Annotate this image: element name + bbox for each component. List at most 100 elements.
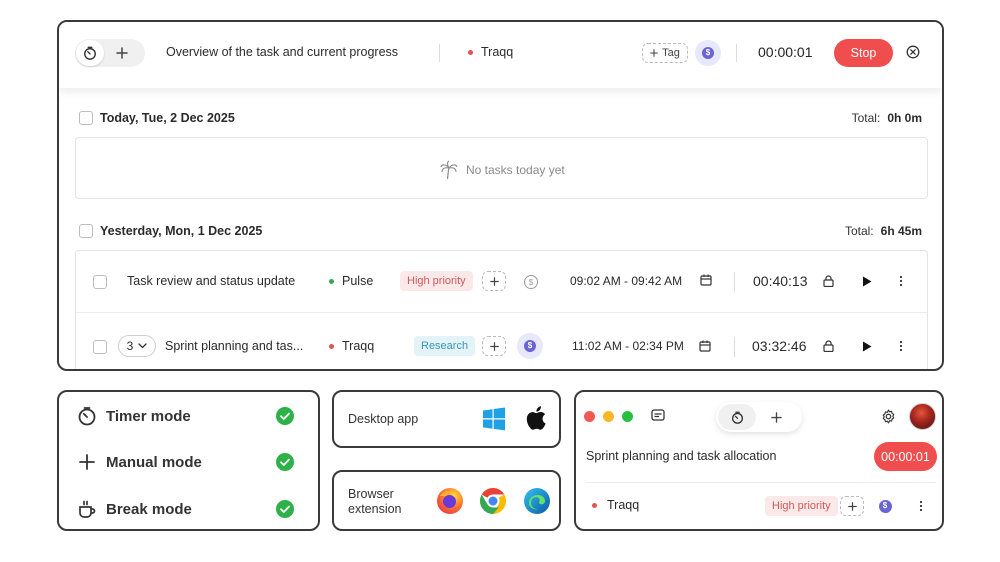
- stop-button[interactable]: Stop: [834, 39, 893, 67]
- tag-badge[interactable]: High priority: [765, 496, 838, 516]
- select-today-checkbox[interactable]: [79, 111, 93, 125]
- mode-item-timer: Timer mode: [77, 405, 307, 427]
- project-name: Traqq: [481, 45, 514, 59]
- add-tag-button[interactable]: Tag: [642, 43, 688, 63]
- check-circle-icon: [276, 453, 294, 471]
- mini-mode-button[interactable]: [651, 409, 665, 421]
- tag-badge[interactable]: High priority: [400, 271, 473, 291]
- play-button[interactable]: [862, 276, 872, 287]
- play-button[interactable]: [862, 341, 872, 352]
- timer-mode-toggle[interactable]: [76, 40, 104, 66]
- browser-label-line1: Browser: [348, 487, 394, 501]
- task-title[interactable]: Sprint planning and tas...: [165, 339, 303, 353]
- task-list: Task review and status update Pulse High…: [75, 250, 928, 369]
- tracker-panel: Overview of the task and current progres…: [57, 20, 944, 371]
- billable-toggle[interactable]: $: [695, 40, 721, 66]
- group-count-toggle[interactable]: 3: [118, 335, 156, 357]
- plus-icon: [489, 276, 499, 286]
- plus-icon: [847, 501, 857, 511]
- more-vertical-icon: [899, 275, 903, 287]
- total-value: 0h 0m: [887, 111, 922, 125]
- empty-state-text: No tasks today yet: [466, 163, 565, 177]
- mode-label: Manual mode: [106, 453, 202, 471]
- desktop-app-panel: Desktop app: [332, 390, 561, 448]
- firefox-icon[interactable]: [436, 487, 464, 515]
- add-tag-button[interactable]: [482, 271, 506, 291]
- task-row[interactable]: Task review and status update Pulse High…: [76, 251, 927, 313]
- maximize-window-button[interactable]: [622, 411, 633, 422]
- stop-timer-button[interactable]: 00:00:01: [874, 442, 937, 471]
- project-selector[interactable]: Traqq: [468, 45, 513, 59]
- task-duration[interactable]: 03:32:46: [752, 338, 807, 354]
- billable-toggle[interactable]: $: [878, 499, 892, 513]
- edge-icon[interactable]: [523, 487, 551, 515]
- total-label: Total:: [851, 111, 881, 125]
- task-row[interactable]: 3 Sprint planning and tas... Traqq Resea…: [76, 313, 927, 369]
- more-options-button[interactable]: [899, 340, 903, 352]
- mode-toggle: [75, 39, 145, 67]
- total-label: Total:: [844, 224, 874, 238]
- more-options-button[interactable]: [919, 500, 923, 512]
- windows-icon[interactable]: [482, 407, 506, 431]
- project-selector[interactable]: Traqq: [592, 498, 639, 512]
- task-checkbox[interactable]: [93, 340, 107, 354]
- close-window-button[interactable]: [584, 411, 595, 422]
- more-vertical-icon: [899, 340, 903, 352]
- desktop-app-label: Desktop app: [348, 412, 419, 426]
- billable-icon: $: [878, 499, 892, 513]
- plus-icon: [79, 454, 95, 470]
- empty-state-box: No tasks today yet: [75, 137, 928, 199]
- calendar-button[interactable]: [700, 274, 712, 286]
- add-tag-button[interactable]: [482, 336, 506, 356]
- manual-mode-toggle[interactable]: [756, 404, 796, 430]
- billable-toggle[interactable]: $: [518, 269, 544, 295]
- divider: [439, 44, 440, 62]
- settings-button[interactable]: [881, 409, 896, 424]
- task-checkbox[interactable]: [93, 275, 107, 289]
- billable-toggle[interactable]: $: [517, 333, 543, 359]
- lock-button[interactable]: [823, 275, 834, 287]
- more-vertical-icon: [919, 500, 923, 512]
- lock-button[interactable]: [823, 340, 834, 352]
- lock-icon: [823, 275, 834, 287]
- stopwatch-icon: [731, 411, 743, 424]
- task-project[interactable]: Traqq: [329, 339, 374, 353]
- time-range[interactable]: 09:02 AM - 09:42 AM: [570, 274, 682, 288]
- minimize-window-button[interactable]: [603, 411, 614, 422]
- avatar[interactable]: [909, 403, 936, 430]
- tag-badge[interactable]: Research: [414, 336, 476, 356]
- task-duration[interactable]: 00:40:13: [753, 273, 808, 289]
- add-tag-button[interactable]: [840, 496, 864, 516]
- today-total: Total: 0h 0m: [852, 111, 922, 125]
- calendar-button[interactable]: [699, 340, 711, 352]
- billable-icon: $: [702, 47, 714, 59]
- coffee-icon: [79, 500, 96, 518]
- time-range[interactable]: 11:02 AM - 02:34 PM: [572, 339, 684, 353]
- divider: [736, 44, 737, 62]
- project-name: Traqq: [607, 498, 640, 512]
- pip-icon: [651, 409, 665, 421]
- timer-bar: Overview of the task and current progres…: [59, 22, 942, 88]
- elapsed-time: 00:00:01: [758, 44, 813, 60]
- divider: [734, 337, 735, 357]
- stopwatch-icon: [84, 46, 96, 60]
- current-task-title[interactable]: Sprint planning and task allocation: [586, 449, 776, 463]
- play-icon: [863, 276, 872, 287]
- more-options-button[interactable]: [899, 275, 903, 287]
- select-yesterday-checkbox[interactable]: [79, 224, 93, 238]
- timer-mode-toggle[interactable]: [718, 404, 756, 430]
- gear-icon: [882, 409, 895, 424]
- task-project[interactable]: Pulse: [329, 274, 373, 288]
- mode-label: Break mode: [106, 500, 192, 518]
- empty-state: No tasks today yet: [439, 160, 565, 180]
- billable-icon: $: [524, 340, 536, 352]
- plus-icon: [489, 341, 499, 351]
- task-title[interactable]: Task review and status update: [127, 274, 295, 288]
- manual-mode-toggle[interactable]: [104, 40, 140, 66]
- apple-icon[interactable]: [525, 405, 547, 431]
- group-count: 3: [126, 339, 134, 353]
- task-description-input[interactable]: Overview of the task and current progres…: [166, 45, 398, 59]
- discard-button[interactable]: [906, 45, 920, 59]
- chrome-icon[interactable]: [479, 487, 507, 515]
- project-color-dot: [468, 49, 473, 55]
